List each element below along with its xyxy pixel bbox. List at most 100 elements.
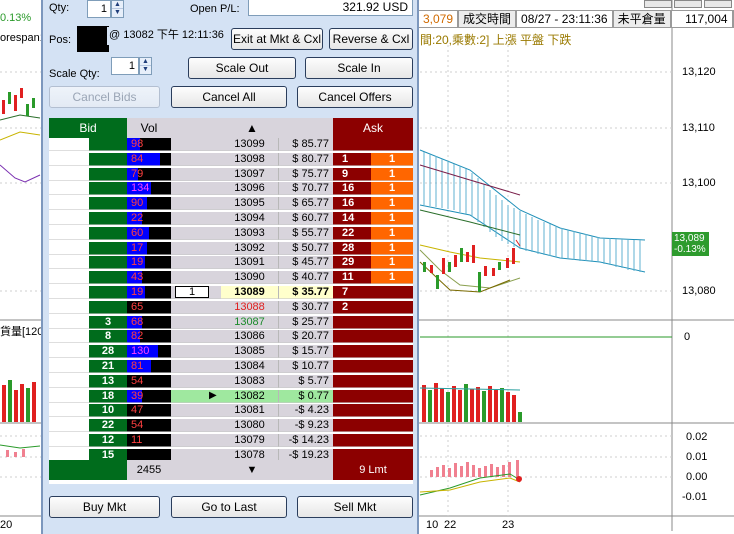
ladder-row[interactable]: 65 13088 $ 30.77 2 <box>49 300 413 314</box>
scroll-up-button[interactable]: ▲ <box>171 118 333 138</box>
cancel-bids-button[interactable]: Cancel Bids <box>49 86 160 108</box>
row-divider <box>49 238 413 240</box>
ladder-row[interactable]: 28 130 13085 $ 15.77 <box>49 345 413 359</box>
current-price-flag: 13,089 -0.13% <box>672 232 709 256</box>
triangle-down-icon: ▼ <box>246 464 258 476</box>
osc-tick: 0.01 <box>686 451 708 463</box>
row-divider <box>49 386 413 388</box>
volume-value: 54 <box>131 419 144 432</box>
ladder-row[interactable]: 18 39 ▶ 13082 $ 0.77 <box>49 389 413 403</box>
window-button[interactable] <box>644 0 672 8</box>
bid-header: Bid <box>49 118 127 138</box>
window-controls <box>644 0 732 8</box>
ladder-row[interactable]: 12 11 13079 -$ 14.23 <box>49 434 413 447</box>
cancel-all-button[interactable]: Cancel All <box>171 86 287 108</box>
open-interest-value: 117,004 <box>670 10 733 28</box>
bid-footer <box>49 460 127 480</box>
ask-header: Ask <box>333 118 413 138</box>
ladder-row[interactable]: 134 13096 $ 70.77 16 1 <box>49 182 413 196</box>
qty-label: Qty: <box>49 2 70 14</box>
cancel-offers-button[interactable]: Cancel Offers <box>297 86 413 108</box>
row-divider <box>49 342 413 344</box>
current-price: 13,089 <box>674 233 705 244</box>
chevron-down-icon[interactable]: ▼ <box>112 9 123 17</box>
current-change: -0.13% <box>674 244 706 255</box>
ladder-row[interactable]: 90 13095 $ 65.77 16 1 <box>49 197 413 211</box>
chevron-down-icon[interactable]: ▼ <box>140 66 151 74</box>
volume-value: 90 <box>131 197 144 210</box>
row-divider <box>49 431 413 433</box>
chevron-up-icon[interactable]: ▲ <box>140 58 151 66</box>
row-divider <box>49 312 413 314</box>
chart-legend: 間:20,乘數:2] 上漲 平盤 下跌 <box>420 33 572 47</box>
scale-qty-input[interactable]: 1 <box>111 57 139 75</box>
row-divider <box>49 224 413 225</box>
volume-value: 81 <box>131 360 144 372</box>
scroll-down-button[interactable]: ▼ <box>171 460 333 480</box>
ladder-row[interactable]: 43 13090 $ 40.77 11 1 <box>49 271 413 285</box>
osc-tick: 0.02 <box>686 431 708 443</box>
ladder-row[interactable]: 22 54 13080 -$ 9.23 <box>49 419 413 433</box>
volume-value: 60 <box>131 226 144 239</box>
osc-tick: 0.00 <box>686 471 708 483</box>
price-tick: 13,120 <box>682 66 716 78</box>
row-divider <box>49 150 413 151</box>
ladder-row[interactable]: 8 82 13086 $ 20.77 <box>49 330 413 344</box>
ladder-row[interactable]: 13 54 13083 $ 5.77 <box>49 374 413 388</box>
scale-qty-stepper[interactable]: ▲ ▼ <box>139 57 152 75</box>
row-divider <box>49 298 413 299</box>
qty-input[interactable]: 1 <box>87 0 111 18</box>
buy-market-button[interactable]: Buy Mkt <box>49 496 160 518</box>
open-pl-value: 321.92 USD <box>248 0 413 16</box>
sell-market-button[interactable]: Sell Mkt <box>297 496 413 518</box>
price-tick: 13,080 <box>682 285 716 297</box>
ladder-row[interactable]: 60 13093 $ 55.77 22 1 <box>49 226 413 240</box>
window-button[interactable] <box>674 0 702 8</box>
price-tick: 13,110 <box>682 122 715 134</box>
triangle-up-icon: ▲ <box>246 121 258 135</box>
row-divider <box>49 268 413 270</box>
price-ladder: Bid Vol ▲ Ask 98 13099 $ 85.77 84 13098 $ 80.… <box>49 118 413 484</box>
scale-in-button[interactable]: Scale In <box>305 57 413 79</box>
left-volume-label: 貨量[120 <box>0 326 44 338</box>
scale-out-button[interactable]: Scale Out <box>188 57 296 79</box>
ladder-row[interactable]: 79 13097 $ 75.77 9 1 <box>49 167 413 181</box>
ladder-row[interactable]: 19 1 13089 $ 35.77 7 <box>49 286 413 299</box>
vol-header: Vol <box>127 118 171 138</box>
reverse-button[interactable]: Reverse & Cxl <box>329 28 413 50</box>
volume-value: 98 <box>131 138 144 150</box>
ladder-row[interactable]: 98 13099 $ 85.77 <box>49 138 413 151</box>
qty-stepper[interactable]: ▲ ▼ <box>111 0 124 18</box>
scale-qty-label: Scale Qty: <box>49 68 100 80</box>
x-axis-label: 22 <box>444 519 457 531</box>
ladder-row[interactable]: 21 81 13084 $ 10.77 <box>49 360 413 373</box>
total-volume: 2455 <box>127 460 171 480</box>
left-span-label: orespan1 <box>0 32 46 44</box>
volume-value: 47 <box>131 404 144 417</box>
ladder-row[interactable]: 3 68 13087 $ 25.77 <box>49 315 413 329</box>
last-price-fragment: 3,079 <box>418 10 459 28</box>
x-axis-label: 10 <box>426 519 439 531</box>
dom-trader-panel: Qty: 1 ▲ ▼ Open P/L: 321.92 USD Pos: @ 1… <box>41 0 419 534</box>
volume-value: 134 <box>131 182 150 195</box>
indicator-zero-tick: 0 <box>684 331 691 343</box>
left-x-label: 20 <box>0 519 13 531</box>
ladder-row[interactable]: 19 13091 $ 45.77 29 1 <box>49 256 413 270</box>
volume-value: 43 <box>131 271 144 284</box>
volume-value: 54 <box>131 374 144 387</box>
row-divider <box>49 401 413 403</box>
chevron-up-icon[interactable]: ▲ <box>112 1 123 9</box>
row-divider <box>49 416 413 418</box>
volume-value: 39 <box>131 389 144 402</box>
ladder-row[interactable]: 84 13098 $ 80.77 1 1 <box>49 152 413 166</box>
go-to-last-button[interactable]: Go to Last <box>171 496 287 518</box>
ladder-row[interactable]: 17 13092 $ 50.77 28 1 <box>49 241 413 255</box>
window-button[interactable] <box>704 0 732 8</box>
quote-strip: 3,079 成交時間 08/27 - 23:11:36 未平倉量 117,004… <box>418 10 734 28</box>
x-axis-label: 23 <box>502 519 515 531</box>
ladder-row[interactable]: 22 13094 $ 60.77 14 1 <box>49 212 413 225</box>
exit-at-market-button[interactable]: Exit at Mkt & Cxl <box>231 28 323 50</box>
ladder-row[interactable]: 10 47 13081 -$ 4.23 <box>49 404 413 418</box>
working-order-qty[interactable]: 1 <box>175 286 209 298</box>
row-divider <box>49 164 413 166</box>
